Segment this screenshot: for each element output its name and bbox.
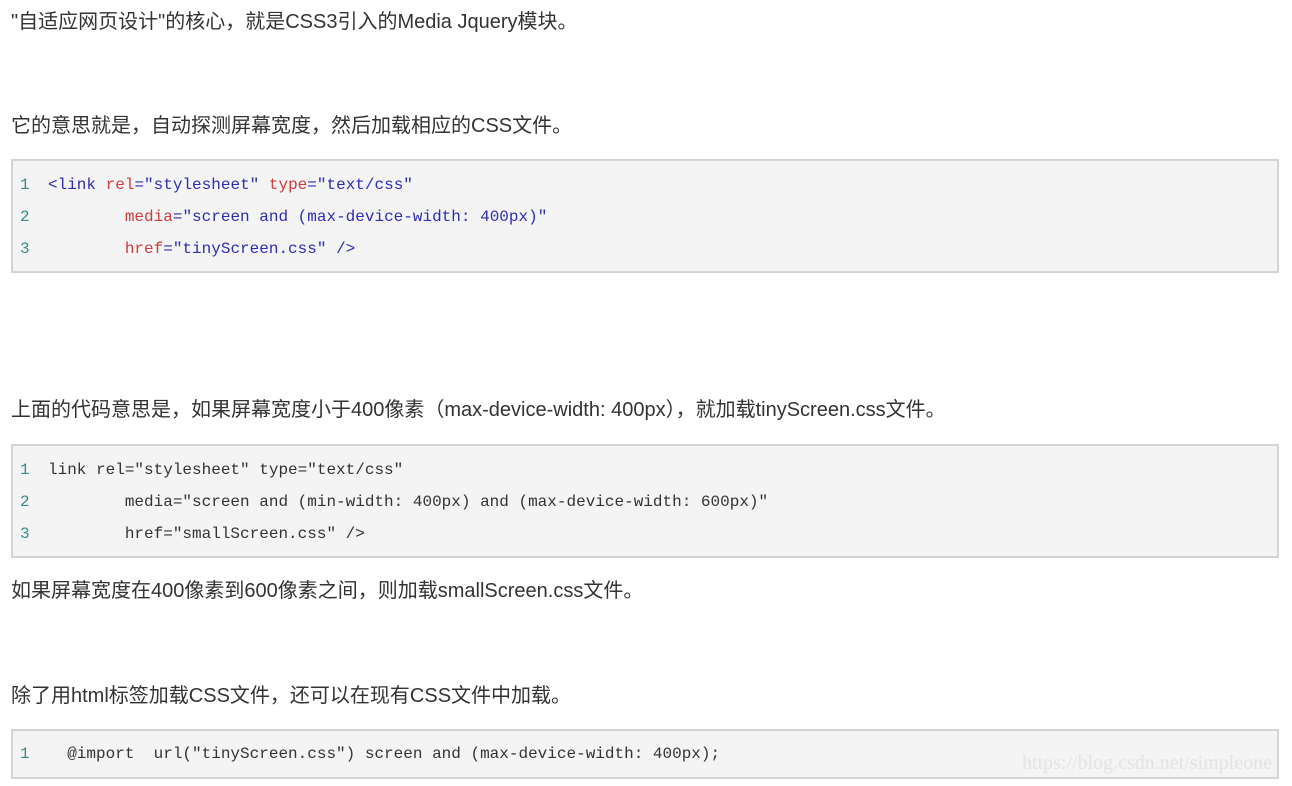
paragraph-small-screen-explanation: 如果屏幕宽度在400像素到600像素之间，则加载smallScreen.css文… [11, 580, 644, 602]
code-line: 2 media="screen and (min-width: 400px) a… [13, 486, 1277, 518]
line-number: 3 [20, 525, 30, 543]
code-equals: = [134, 176, 145, 194]
code-line: 3 href="smallScreen.css" /> [13, 518, 1277, 550]
paragraph-import-intro: 除了用html标签加载CSS文件，还可以在现有CSS文件中加载。 [11, 685, 572, 707]
line-number: 1 [20, 745, 30, 763]
code-equals: = [163, 240, 173, 258]
code-equals: = [172, 208, 183, 226]
code-text: media="screen and (min-width: 400px) and… [124, 493, 769, 511]
code-block-small-screen: 1 link rel="stylesheet" type="text/css" 2… [11, 444, 1279, 558]
watermark-text: https://blog.csdn.net/simpleone [1022, 752, 1272, 774]
code-attribute: rel [105, 176, 135, 194]
paragraph-media-query-intro: "自适应网页设计"的核心，就是CSS3引入的Media Jquery模块。 [11, 11, 578, 33]
code-line: 1 <link rel="stylesheet" type="text/css" [13, 169, 1277, 201]
line-number: 3 [20, 240, 30, 258]
code-line: 1 link rel="stylesheet" type="text/css" [13, 454, 1277, 486]
code-line: 3 href="tinyScreen.css" /> [13, 233, 1277, 265]
code-string: "screen and (max-device-width: 400px)" [182, 208, 548, 226]
code-equals: = [307, 176, 317, 194]
code-tag: /> [336, 240, 356, 258]
line-number: 1 [20, 461, 30, 479]
code-string: "stylesheet" [144, 176, 260, 194]
code-string: "text/css" [316, 176, 413, 194]
code-block-tiny-screen: 1 <link rel="stylesheet" type="text/css" … [11, 159, 1279, 273]
code-text: href="smallScreen.css" /> [124, 525, 365, 543]
code-text: link rel="stylesheet" type="text/css" [48, 461, 404, 479]
code-text: @import url("tinyScreen.css") screen and… [67, 745, 721, 763]
code-tag: <link [48, 176, 97, 194]
line-number: 2 [20, 208, 30, 226]
code-line: 2 media="screen and (max-device-width: 4… [13, 201, 1277, 233]
line-number: 1 [20, 176, 30, 194]
paragraph-auto-detect: 它的意思就是，自动探测屏幕宽度，然后加载相应的CSS文件。 [11, 115, 573, 137]
code-attribute: media [124, 208, 173, 226]
code-attribute: href [124, 240, 164, 258]
code-attribute: type [268, 176, 308, 194]
code-string: "tinyScreen.css" [172, 240, 327, 258]
line-number: 2 [20, 493, 30, 511]
paragraph-tiny-screen-explanation: 上面的代码意思是，如果屏幕宽度小于400像素（max-device-width:… [11, 399, 946, 421]
